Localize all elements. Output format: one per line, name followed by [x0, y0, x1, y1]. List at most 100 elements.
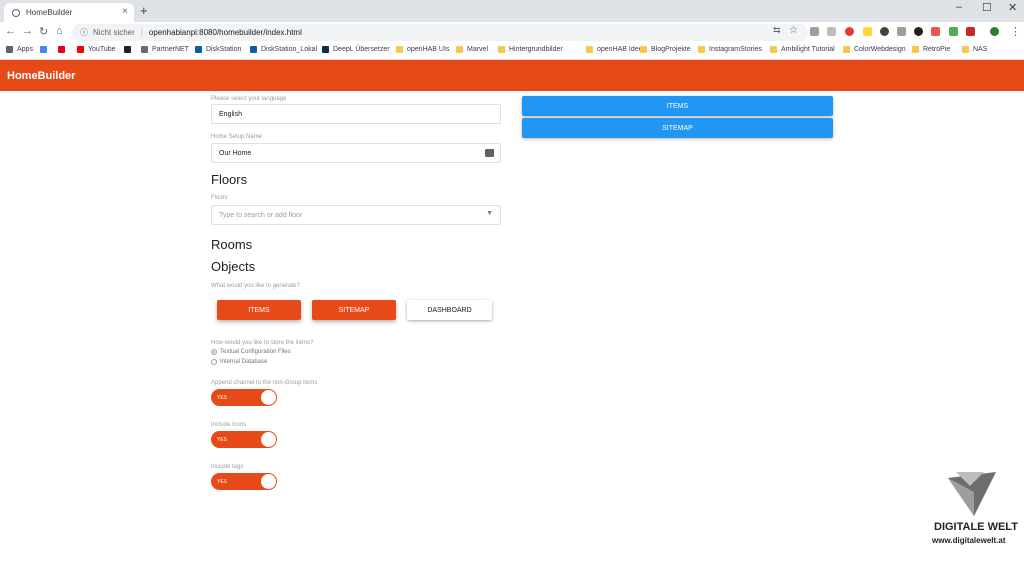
preview-items-tab[interactable]: ITEMS [522, 96, 833, 116]
store-option-database[interactable]: Internal Database [211, 359, 267, 365]
setup-name-label: Home Setup Name [211, 134, 263, 140]
language-value: English [219, 110, 242, 118]
extension-icon[interactable] [880, 27, 889, 36]
include-icons-toggle[interactable]: YES [211, 431, 277, 448]
bookmark-favicon-icon [124, 46, 131, 53]
security-label: Nicht sicher [93, 28, 135, 37]
app-header: HomeBuilder [0, 60, 1024, 91]
forward-icon[interactable]: → [22, 25, 33, 37]
bookmark-label: PartnerNET [152, 46, 189, 53]
extension-icon[interactable] [897, 27, 906, 36]
include-tags-label: Include tags [211, 464, 244, 470]
generate-sitemap-button[interactable]: SITEMAP [312, 300, 396, 320]
folder-icon [456, 46, 463, 53]
generate-dashboard-button[interactable]: DASHBOARD [407, 300, 492, 320]
profile-avatar[interactable] [990, 27, 999, 36]
radio-unselected-icon[interactable] [211, 359, 217, 365]
extension-icon[interactable] [931, 27, 940, 36]
floors-input[interactable]: Type to search or add floor ▼ [211, 205, 501, 225]
omnibox-separator: | [140, 28, 143, 37]
bookmark-item[interactable]: openHAB UIs [396, 46, 449, 53]
setup-name-value: Our Home [219, 149, 252, 157]
extension-icon[interactable] [827, 27, 836, 36]
url-text[interactable]: openhabianpi:8080/homebuilder/index.html [149, 28, 302, 37]
bookmark-item[interactable]: Hintergrundbilder [498, 46, 563, 53]
bookmark-item[interactable]: DiskStation [195, 46, 241, 53]
toggle-knob[interactable] [261, 390, 276, 405]
bookmark-item[interactable] [40, 46, 51, 53]
folder-icon [770, 46, 777, 53]
store-label: How would you like to store the items? [211, 340, 314, 346]
digitale-welt-logo [948, 472, 996, 516]
toggle-knob[interactable] [261, 474, 276, 489]
bookmark-item[interactable]: Ambilight Tutorial [770, 46, 835, 53]
setup-name-input[interactable]: Our Home [211, 143, 501, 163]
extension-icon[interactable] [845, 27, 854, 36]
bookmark-item[interactable] [58, 46, 69, 53]
bookmark-favicon-icon [322, 46, 329, 53]
language-label: Please select your language [211, 96, 287, 102]
bookmark-item[interactable] [124, 46, 135, 53]
store-option-textual[interactable]: Textual Configuration Files [211, 349, 291, 355]
maximize-icon[interactable]: ☐ [982, 1, 992, 14]
extension-icon[interactable] [914, 27, 923, 36]
radio-selected-icon[interactable] [211, 349, 217, 355]
floors-placeholder: Type to search or add floor [219, 211, 303, 219]
reload-icon[interactable]: ↻ [39, 25, 48, 38]
bookmark-item[interactable]: openHAB Ideen [586, 46, 646, 53]
browser-tab[interactable]: HomeBuilder × [4, 3, 134, 22]
bookmark-item[interactable]: Marvel [456, 46, 488, 53]
toggle-state: YES [217, 478, 228, 485]
dropdown-arrow-icon[interactable]: ▼ [486, 210, 493, 217]
preview-sitemap-tab[interactable]: SITEMAP [522, 118, 833, 138]
back-icon[interactable]: ← [5, 25, 16, 37]
bookmark-label: openHAB UIs [407, 46, 450, 53]
append-channel-label: Append channel to the non-Group items [211, 380, 318, 386]
folder-icon [698, 46, 705, 53]
bookmark-item[interactable]: Apps [6, 46, 33, 53]
info-icon[interactable]: ⓘ [80, 27, 88, 38]
extension-icon[interactable] [863, 27, 872, 36]
bookmark-favicon-icon [195, 46, 202, 53]
bookmark-item[interactable]: YouTube [77, 46, 116, 53]
extension-icon[interactable] [949, 27, 958, 36]
bookmark-label: InstagramStories [709, 46, 762, 53]
bookmark-item[interactable]: DeepL Übersetzer [322, 46, 390, 53]
close-window-icon[interactable]: ✕ [1008, 1, 1017, 14]
bookmark-item[interactable]: DiskStation_Lokal [250, 46, 317, 53]
bookmark-label: DiskStation [206, 46, 242, 53]
bookmark-label: BlogProjekte [651, 46, 691, 53]
bookmark-item[interactable]: InstagramStories [698, 46, 762, 53]
browser-menu-icon[interactable]: ⋮ [1010, 25, 1021, 38]
toggle-knob[interactable] [261, 432, 276, 447]
translate-icon[interactable]: ⇆ [773, 25, 781, 36]
page-favicon-icon [12, 8, 20, 17]
bookmark-star-icon[interactable]: ☆ [789, 25, 798, 36]
watermark-brand: DIGITALE WELT [934, 521, 1018, 533]
folder-icon [586, 46, 593, 53]
extension-icon[interactable] [810, 27, 819, 36]
bookmark-item[interactable]: NAS [962, 46, 987, 53]
folder-icon [498, 46, 505, 53]
extension-icon[interactable] [966, 27, 975, 36]
new-tab-button[interactable]: + [140, 3, 148, 18]
include-tags-toggle[interactable]: YES [211, 473, 277, 490]
bookmark-item[interactable]: RetroPie [912, 46, 950, 53]
tab-close-icon[interactable]: × [122, 6, 128, 17]
generate-items-button[interactable]: ITEMS [217, 300, 301, 320]
folder-icon [640, 46, 647, 53]
language-select[interactable]: English [211, 104, 501, 124]
bookmark-item[interactable]: ColorWebdesign [843, 46, 906, 53]
store-option-label: Internal Database [220, 359, 268, 365]
address-bar[interactable]: ⓘ Nicht sicher | openhabianpi:8080/homeb… [72, 24, 808, 41]
minimize-icon[interactable]: – [956, 1, 962, 13]
bookmark-favicon-icon [250, 46, 257, 53]
watermark-url: www.digitalewelt.at [932, 536, 1006, 545]
bookmark-item[interactable]: BlogProjekte [640, 46, 691, 53]
bookmark-favicon-icon [58, 46, 65, 53]
bookmark-label: NAS [973, 46, 988, 53]
home-icon[interactable]: ⌂ [56, 25, 63, 37]
store-option-label: Textual Configuration Files [220, 349, 291, 355]
bookmark-item[interactable]: PartnerNET [141, 46, 189, 53]
append-channel-toggle[interactable]: YES [211, 389, 277, 406]
